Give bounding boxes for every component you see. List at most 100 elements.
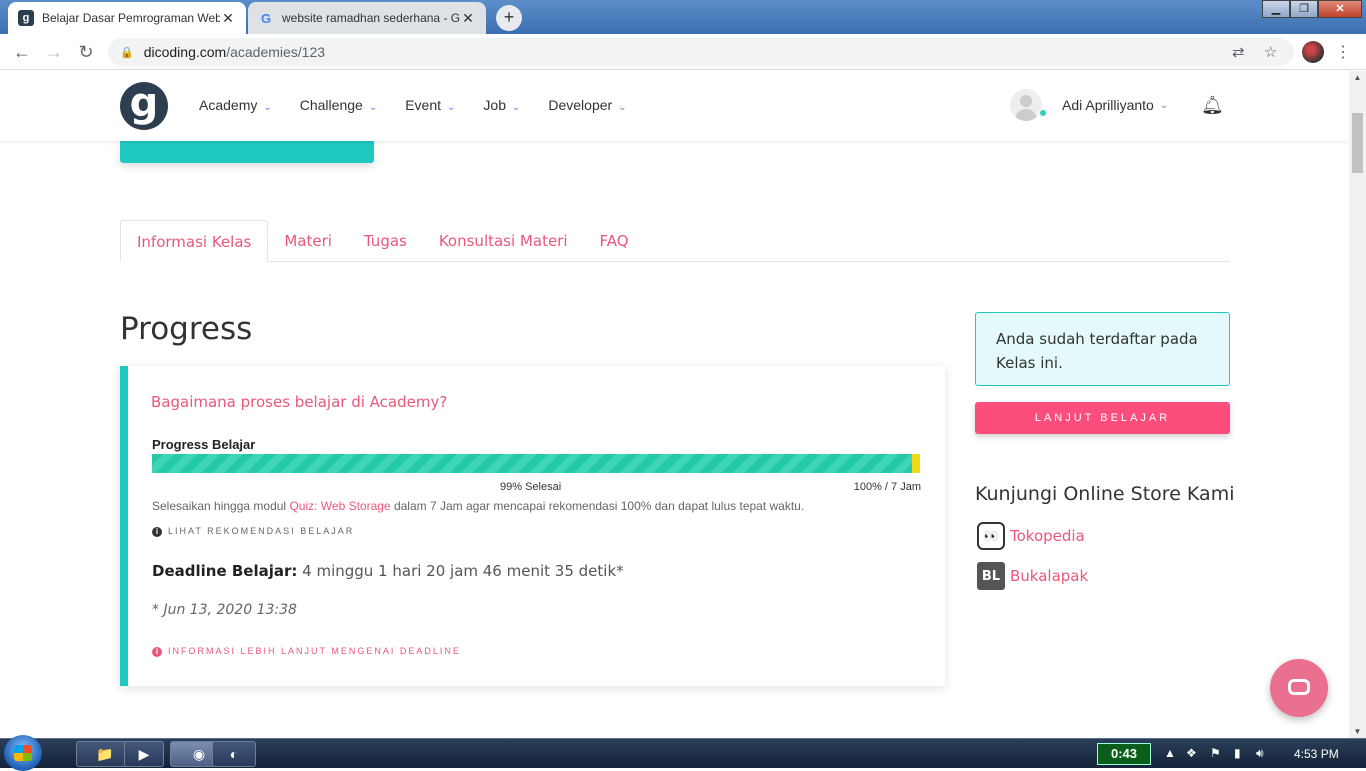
- scroll-up-arrow-icon[interactable]: ▲: [1349, 73, 1366, 82]
- chevron-down-icon: ⌄: [511, 102, 521, 113]
- deadline-info-label: INFORMASI LEBIH LANJUT MENGENAI DEADLINE: [168, 646, 461, 656]
- scrollbar-thumb[interactable]: [1352, 113, 1363, 173]
- address-bar[interactable]: 🔒 dicoding.com/academies/123: [108, 38, 1294, 66]
- continue-learning-button[interactable]: LANJUT BELAJAR: [975, 402, 1230, 434]
- deadline-info-link[interactable]: i INFORMASI LEBIH LANJUT MENGENAI DEADLIN…: [152, 646, 461, 657]
- nav-label: Challenge: [299, 97, 363, 113]
- tokopedia-icon: 👀: [977, 522, 1005, 550]
- timer-widget[interactable]: 0:43: [1097, 743, 1151, 765]
- browser-tab-title: Belajar Dasar Pemrograman Web: [42, 11, 220, 25]
- recommendation-link[interactable]: i LIHAT REKOMENDASI BELAJAR: [152, 526, 354, 537]
- dicoding-favicon-icon: g: [18, 10, 34, 26]
- progress-target-label: 100% / 7 Jam: [853, 481, 921, 493]
- chat-button[interactable]: [1270, 659, 1328, 717]
- browser-tab-google[interactable]: G website ramadhan sederhana - G ✕: [248, 2, 486, 34]
- progress-bar-label: Progress Belajar: [152, 437, 256, 452]
- back-arrow-icon[interactable]: ←: [10, 40, 34, 64]
- tab-materi[interactable]: Materi: [268, 220, 348, 262]
- deadline-countdown: Deadline Belajar: 4 minggu 1 hari 20 jam…: [152, 562, 624, 580]
- site-navbar: g Academy ⌄ Challenge ⌄ Event ⌄ Job ⌄ Develo…: [0, 71, 1349, 141]
- app-taskbar-icon[interactable]: ◐: [212, 741, 256, 767]
- windows-logo-icon: [14, 745, 32, 761]
- deadline-date: * Jun 13, 2020 13:38: [152, 602, 297, 618]
- start-button[interactable]: [4, 735, 42, 771]
- bell-icon[interactable]: 🔔︎: [1201, 95, 1224, 116]
- chat-bubble-icon: [1288, 679, 1310, 695]
- chevron-down-icon: ⌄: [263, 102, 272, 113]
- nav-event[interactable]: Event ⌄: [405, 97, 455, 113]
- window-controls: ▁ ❐ ✕: [1262, 0, 1362, 20]
- info-icon: i: [152, 647, 162, 657]
- progress-description: Selesaikan hingga modul Quiz: Web Storag…: [152, 499, 804, 513]
- class-tabs: Informasi Kelas Materi Tugas Konsultasi …: [120, 220, 1230, 262]
- close-tab-icon[interactable]: ✕: [460, 10, 476, 27]
- avatar: [1010, 89, 1042, 121]
- minimize-button[interactable]: ▁: [1262, 0, 1290, 18]
- profile-avatar[interactable]: [1302, 41, 1324, 63]
- bookmark-star-icon[interactable]: ☆: [1264, 43, 1277, 61]
- close-window-button[interactable]: ✕: [1318, 0, 1362, 18]
- recommendation-label: LIHAT REKOMENDASI BELAJAR: [168, 526, 355, 536]
- clock[interactable]: 4:53 PM: [1294, 747, 1339, 761]
- enrolled-notice: Anda sudah terdaftar pada Kelas ini.: [975, 312, 1230, 386]
- nav-challenge[interactable]: Challenge ⌄: [300, 97, 377, 113]
- maximize-button[interactable]: ❐: [1290, 0, 1318, 18]
- close-tab-icon[interactable]: ✕: [220, 10, 236, 27]
- dicoding-logo[interactable]: g: [120, 82, 168, 130]
- nav-job[interactable]: Job ⌄: [483, 97, 520, 113]
- url-path: /academies/123: [226, 44, 326, 60]
- info-icon: i: [152, 527, 162, 537]
- dropbox-icon[interactable]: ❖: [1186, 746, 1197, 760]
- user-name: Adi Aprilliyanto: [1062, 97, 1154, 113]
- chevron-down-icon: ⌄: [1159, 99, 1169, 111]
- nav-label: Job: [483, 97, 506, 113]
- chevron-down-icon: ⌄: [618, 102, 627, 113]
- deadline-value: 4 minggu 1 hari 20 jam 46 menit 35 detik…: [297, 562, 624, 580]
- nav-academy[interactable]: Academy ⌄: [199, 97, 272, 113]
- tab-informasi-kelas[interactable]: Informasi Kelas: [120, 220, 269, 262]
- how-learning-works-link[interactable]: Bagaimana proses belajar di Academy?: [151, 393, 447, 411]
- chevron-down-icon: ⌄: [447, 102, 456, 113]
- signal-icon[interactable]: ▮: [1234, 746, 1241, 760]
- nav-developer[interactable]: Developer ⌄: [548, 97, 626, 113]
- page-scrollbar[interactable]: ▲ ▼: [1349, 71, 1366, 738]
- page-viewport: g Academy ⌄ Challenge ⌄ Event ⌄ Job ⌄ Develo…: [0, 71, 1349, 738]
- hero-teal-block: [120, 141, 374, 163]
- store-label: Bukalapak: [1010, 567, 1089, 585]
- volume-icon[interactable]: 🔊︎: [1256, 746, 1264, 761]
- deadline-label: Deadline Belajar:: [152, 562, 298, 580]
- progress-bar-remaining: [912, 454, 920, 473]
- nav-label: Event: [405, 97, 442, 113]
- progress-done-label: 99% Selesai: [500, 481, 562, 493]
- url-domain: dicoding.com: [143, 44, 227, 60]
- tray-expand-icon[interactable]: ▲: [1164, 746, 1176, 760]
- store-heading: Kunjungi Online Store Kami: [975, 483, 1235, 505]
- tab-faq[interactable]: FAQ: [584, 220, 645, 262]
- browser-tab-dicoding[interactable]: g Belajar Dasar Pemrograman Web ✕: [8, 2, 246, 34]
- tab-konsultasi-materi[interactable]: Konsultasi Materi: [423, 220, 584, 262]
- browser-tab-strip: g Belajar Dasar Pemrograman Web ✕ G webs…: [0, 0, 1366, 34]
- progress-bar-fill: [152, 454, 913, 473]
- store-label: Tokopedia: [1010, 527, 1085, 545]
- main-menu: Academy ⌄ Challenge ⌄ Event ⌄ Job ⌄ Develope…: [199, 97, 655, 113]
- media-player-taskbar-icon[interactable]: ▶: [124, 741, 164, 767]
- new-tab-button[interactable]: +: [496, 5, 522, 31]
- bukalapak-link[interactable]: BL Bukalapak: [977, 562, 1088, 590]
- flag-icon[interactable]: ⚑: [1210, 746, 1221, 760]
- menu-dots-icon[interactable]: ⋮: [1335, 42, 1351, 62]
- reload-icon[interactable]: ↻: [74, 40, 98, 64]
- desc-text: dalam 7 Jam agar mencapai rekomendasi 10…: [390, 499, 805, 513]
- browser-tab-title: website ramadhan sederhana - G: [282, 11, 460, 25]
- module-link[interactable]: Quiz: Web Storage: [289, 499, 390, 513]
- windows-taskbar: 📁 ▶ ◉ ◐ 0:43 ▲ ❖ ⚑ ▮ 🔊︎ 4:53 PM: [0, 735, 1366, 771]
- user-menu[interactable]: Adi Aprilliyanto ⌄: [1010, 89, 1168, 121]
- nav-label: Academy: [199, 97, 258, 113]
- bukalapak-icon: BL: [977, 562, 1005, 590]
- tab-tugas[interactable]: Tugas: [348, 220, 423, 262]
- online-status-dot: [1039, 109, 1047, 117]
- progress-card: Bagaimana proses belajar di Academy? Pro…: [120, 366, 945, 686]
- tokopedia-link[interactable]: 👀 Tokopedia: [977, 522, 1085, 550]
- scroll-down-arrow-icon[interactable]: ▼: [1349, 727, 1366, 736]
- forward-arrow-icon[interactable]: →: [42, 40, 66, 64]
- translate-icon[interactable]: ⇄: [1232, 43, 1245, 61]
